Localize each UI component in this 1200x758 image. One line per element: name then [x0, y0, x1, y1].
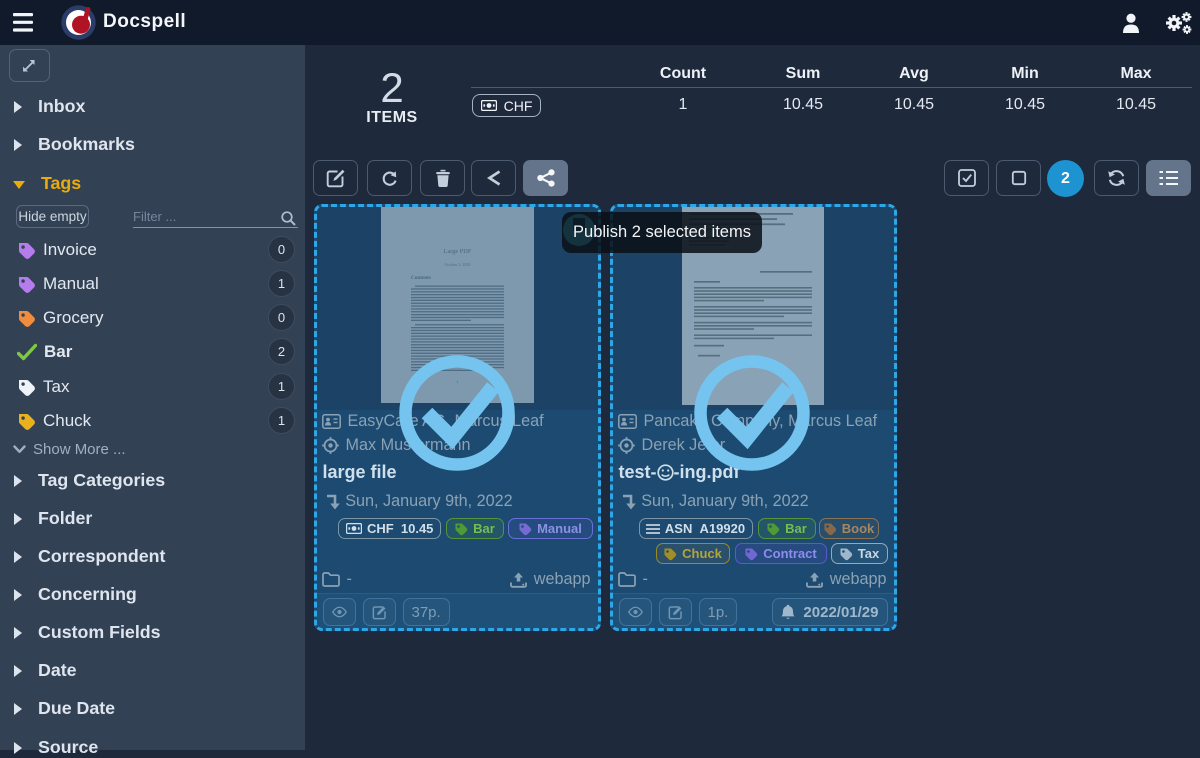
svg-text:Large PDF: Large PDF: [443, 248, 471, 255]
svg-text:Contents: Contents: [411, 275, 431, 281]
